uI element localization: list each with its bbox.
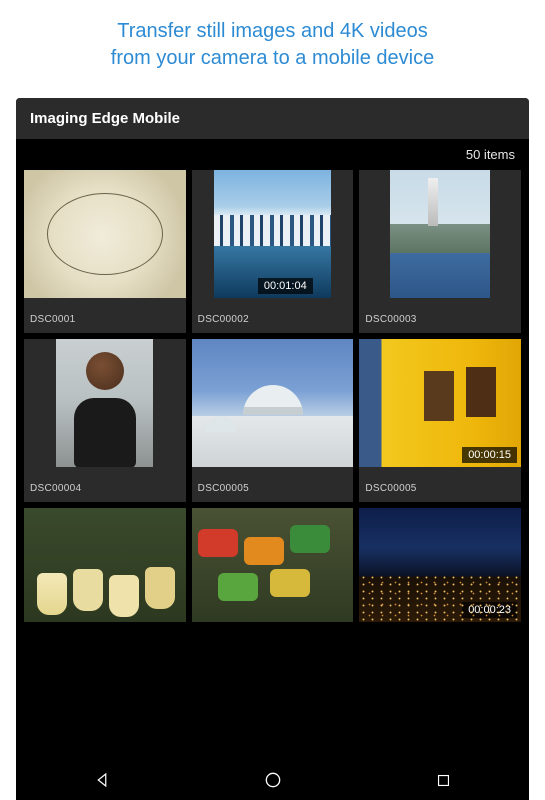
nav-home-button[interactable] [243,770,303,790]
thumbnail: 00:00:23 [359,508,521,622]
image-sundial [24,170,186,298]
square-recent-icon [435,772,452,789]
media-item[interactable]: DSC0001 [24,170,186,333]
thumbnail [192,508,354,622]
image-pottery [24,508,186,622]
image-harbor: 00:01:04 [214,170,330,298]
media-item[interactable]: DSC00004 [24,339,186,502]
media-filename: DSC00004 [24,467,186,502]
thumbnail: 00:00:15 [359,339,521,467]
image-cliff [390,170,490,298]
thumbnail [359,170,521,298]
nav-back-button[interactable] [72,771,132,789]
media-item[interactable]: 00:00:23 [359,508,521,622]
video-duration: 00:01:04 [258,278,313,294]
app-title: Imaging Edge Mobile [30,110,180,127]
media-item[interactable] [24,508,186,622]
device-screenshot-frame: Imaging Edge Mobile 50 items DSC0001 00:… [16,98,529,800]
media-item[interactable]: DSC00005 [192,339,354,502]
video-duration: 00:00:23 [462,602,517,618]
media-filename: DSC00003 [359,298,521,333]
grid-row: DSC0001 00:01:04 DSC00002 DSC00003 [24,170,521,333]
android-navbar [16,760,529,800]
thumbnail [24,339,186,467]
circle-home-icon [263,770,283,790]
thumbnail [24,170,186,298]
thumbnail: 00:01:04 [192,170,354,298]
triangle-back-icon [93,771,111,789]
media-filename: DSC0001 [24,298,186,333]
image-domes [192,339,354,467]
promo-line-1: Transfer still images and 4K videos [20,18,525,45]
app-title-bar: Imaging Edge Mobile [16,98,529,139]
items-count: 50 items [16,139,529,166]
media-item[interactable]: DSC00003 [359,170,521,333]
media-filename: DSC00002 [192,298,354,333]
thumbnail [192,339,354,467]
image-portrait [56,339,153,467]
image-yellow-wall: 00:00:15 [359,339,521,467]
nav-recent-button[interactable] [414,772,474,789]
video-duration: 00:00:15 [462,447,517,463]
media-filename: DSC00005 [192,467,354,502]
media-grid: DSC0001 00:01:04 DSC00002 DSC00003 [16,166,529,632]
media-item[interactable]: 00:01:04 DSC00002 [192,170,354,333]
media-filename: DSC00005 [359,467,521,502]
grid-row: DSC00004 DSC00005 00:00:15 DSC00005 [24,339,521,502]
media-item[interactable] [192,508,354,622]
thumbnail [24,508,186,622]
image-market [192,508,354,622]
promo-line-2: from your camera to a mobile device [20,45,525,72]
grid-row: 00:00:23 [24,508,521,622]
promo-heading: Transfer still images and 4K videos from… [0,0,545,86]
media-item[interactable]: 00:00:15 DSC00005 [359,339,521,502]
image-night-city: 00:00:23 [359,508,521,622]
